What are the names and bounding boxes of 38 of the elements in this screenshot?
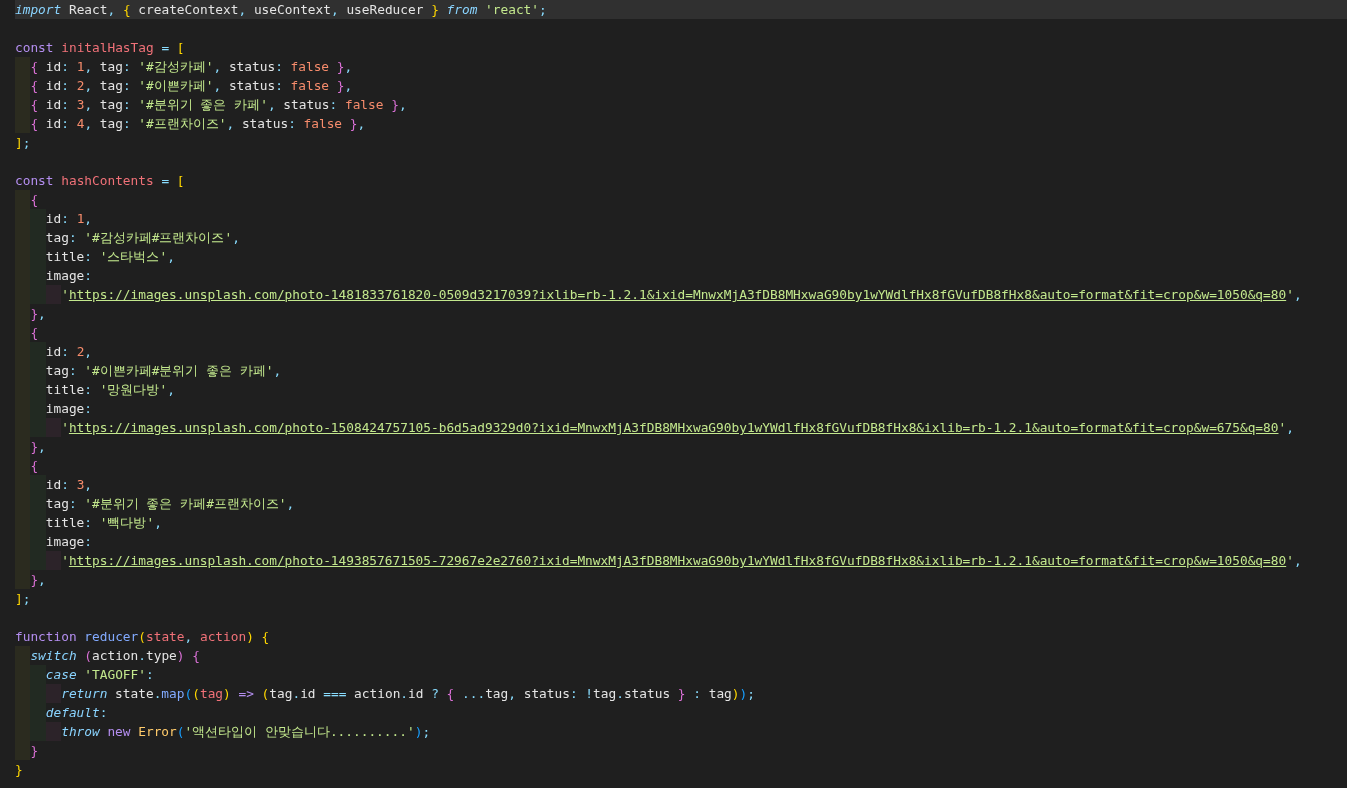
code-line: }, — [30, 571, 46, 589]
code-line: throw new Error('액션타입이 안맞습니다..........'); — [61, 723, 431, 741]
code-line: ]; — [15, 590, 31, 608]
code-line: id: 2, — [45, 343, 93, 361]
code-line: 'https://images.unsplash.com/photo-1508424757105-b6d5ad9329d0?ixid=MnwxMjA3fDB8MHxwaG90by1wYWdlfHx8fGVufDB8fHx8&ixlib=rb-1.2.1&auto=format&fit=crop&w=675&q=80', — [61, 419, 1294, 437]
code-line: }, — [30, 305, 46, 323]
code-line: id: 3, — [45, 476, 93, 494]
code-line: const hashContents = [ — [15, 172, 185, 190]
code-line: { — [30, 191, 39, 209]
code-line: image: — [45, 267, 93, 285]
code-line: image: — [45, 400, 93, 418]
code-line: const initalHasTag = [ — [15, 39, 185, 57]
code-line: 'https://images.unsplash.com/photo-1481833761820-0509d3217039?ixlib=rb-1.2.1&ixid=MnwxMjA3fDB8MHxwaG90by1wYWdlfHx8fGVufDB8fHx8&auto=format&fit=crop&w=1050&q=80', — [61, 286, 1302, 304]
code-line: }, — [30, 438, 46, 456]
code-line: tag: '#감성카페#프랜차이즈', — [45, 229, 240, 247]
code-line: import React, { createContext, useContext, useReducer } from 'react'; — [15, 1, 547, 19]
code-line: function reducer(state, action) { — [15, 628, 270, 646]
code-line: return state.map((tag) => (tag.id === action.id ? { ...tag, status: !tag.status } : tag)); — [61, 685, 755, 703]
code-line: id: 1, — [45, 210, 93, 228]
code-line: image: — [45, 533, 93, 551]
code-line: { id: 1, tag: '#감성카페', status: false }, — [30, 58, 353, 76]
code-line: case 'TAGOFF': — [45, 666, 154, 684]
code-line: title: '빽다방', — [45, 514, 162, 532]
code-line: } — [15, 761, 23, 779]
code-line: default: — [45, 704, 108, 722]
code-line: 'https://images.unsplash.com/photo-1493857671505-72967e2e2760?ixid=MnwxMjA3fDB8MHxwaG90by1wYWdlfHx8fGVufDB8fHx8&ixlib=rb-1.2.1&auto=format&fit=crop&w=1050&q=80', — [61, 552, 1302, 570]
code-line: tag: '#이쁜카페#분위기 좋은 카페', — [45, 362, 282, 380]
code-line: { id: 3, tag: '#분위기 좋은 카페', status: false }, — [30, 96, 407, 114]
code-line: { — [30, 324, 39, 342]
code-line: switch (action.type) { — [30, 647, 200, 665]
code-line: { id: 2, tag: '#이쁜카페', status: false }, — [30, 77, 353, 95]
code-line: } — [30, 742, 39, 760]
code-line: ]; — [15, 134, 31, 152]
code-line: { — [30, 457, 39, 475]
code-line: title: '망원다방', — [45, 381, 175, 399]
code-line: tag: '#분위기 좋은 카페#프랜차이즈', — [45, 495, 295, 513]
code-line: title: '스타벅스', — [45, 248, 175, 266]
code-line: { id: 4, tag: '#프랜차이즈', status: false }, — [30, 115, 366, 133]
